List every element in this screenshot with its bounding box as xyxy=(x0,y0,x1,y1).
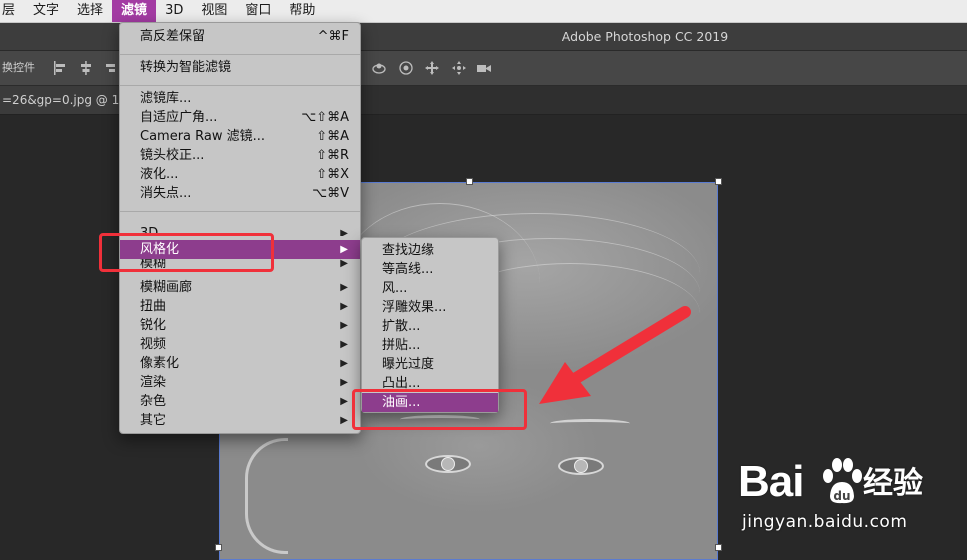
3d-orbit-icon[interactable] xyxy=(371,60,387,76)
menu-item-video[interactable]: 视频 ▶ xyxy=(120,335,360,354)
menu-item-distort[interactable]: 扭曲 ▶ xyxy=(120,297,360,316)
annotation-arrow xyxy=(539,306,691,404)
menu-item-liquify[interactable]: 液化... ⇧⌘X xyxy=(120,165,360,184)
iris-left xyxy=(441,457,455,471)
window-title: Adobe Photoshop CC 2019 xyxy=(561,29,729,44)
menu-item-noise[interactable]: 杂色 ▶ xyxy=(120,392,360,411)
menu-select[interactable]: 选择 xyxy=(68,0,112,22)
filter-menu: 高反差保留 ^⌘F 转换为智能滤镜 滤镜库... 自适应广角... ⌥⇧⌘A Cam… xyxy=(119,22,361,434)
stylize-submenu: 查找边缘 等高线... 风... 浮雕效果... 扩散... 拼贴... 曝光过… xyxy=(361,237,499,413)
menu-layer[interactable]: 层 xyxy=(0,0,24,22)
submenu-item-trace-contour[interactable]: 等高线... xyxy=(362,260,498,279)
transform-handle-bottom-right[interactable] xyxy=(715,544,722,551)
document-tab[interactable]: =26&gp=0.jpg @ 10 xyxy=(0,86,135,114)
watermark-brand: Bai xyxy=(738,457,804,506)
submenu-item-tiles[interactable]: 拼贴... xyxy=(362,336,498,355)
submenu-item-emboss[interactable]: 浮雕效果... xyxy=(362,298,498,317)
3d-pan-icon[interactable] xyxy=(424,60,440,76)
menu-separator xyxy=(120,211,360,212)
submenu-item-solarize[interactable]: 曝光过度 xyxy=(362,355,498,374)
menu-item-camera-raw[interactable]: Camera Raw 滤镜... ⇧⌘A xyxy=(120,127,360,146)
menu-filter[interactable]: 滤镜 xyxy=(112,0,157,22)
menu-window[interactable]: 窗口 xyxy=(236,0,280,22)
menu-item-vanishing-point[interactable]: 消失点... ⌥⌘V xyxy=(120,184,360,203)
align-left-icon[interactable] xyxy=(52,60,68,76)
menu-bar: 层 文字 选择 滤镜 3D 视图 窗口 帮助 xyxy=(0,0,967,23)
annotation-box-stylize xyxy=(99,233,274,272)
transform-handle-bottom-left[interactable] xyxy=(215,544,222,551)
ear-outline xyxy=(245,438,288,554)
watermark-url: jingyan.baidu.com xyxy=(742,512,908,532)
menu-type[interactable]: 文字 xyxy=(24,0,68,22)
align-right-icon[interactable] xyxy=(104,60,116,76)
menu-item-adaptive-wide-angle[interactable]: 自适应广角... ⌥⇧⌘A xyxy=(120,108,360,127)
menu-item-render[interactable]: 渲染 ▶ xyxy=(120,373,360,392)
menu-item-filter-gallery[interactable]: 滤镜库... xyxy=(120,89,360,108)
3d-slide-icon[interactable] xyxy=(451,60,467,76)
menu-separator xyxy=(120,85,360,86)
3d-roll-icon[interactable] xyxy=(398,60,414,76)
menu-item-sharpen[interactable]: 锐化 ▶ xyxy=(120,316,360,335)
menu-3d[interactable]: 3D xyxy=(156,0,192,22)
svg-text:du: du xyxy=(833,489,850,503)
menu-item-other[interactable]: 其它 ▶ xyxy=(120,411,360,430)
menu-separator xyxy=(120,54,360,55)
transform-controls-label[interactable]: 换控件 xyxy=(0,51,35,85)
submenu-item-wind[interactable]: 风... xyxy=(362,279,498,298)
menu-help[interactable]: 帮助 xyxy=(280,0,324,22)
align-center-icon[interactable] xyxy=(78,60,94,76)
3d-camera-icon[interactable] xyxy=(476,60,492,76)
submenu-item-find-edges[interactable]: 查找边缘 xyxy=(362,241,498,260)
submenu-item-diffuse[interactable]: 扩散... xyxy=(362,317,498,336)
transform-handle-top-right[interactable] xyxy=(715,178,722,185)
watermark-suffix: 经验 xyxy=(863,466,923,501)
annotation-box-oil-paint xyxy=(352,389,527,430)
menu-item-convert-smart-filter[interactable]: 转换为智能滤镜 xyxy=(120,58,360,77)
menu-item-lens-correction[interactable]: 镜头校正... ⇧⌘R xyxy=(120,146,360,165)
menu-view[interactable]: 视图 xyxy=(192,0,236,22)
iris-right xyxy=(574,459,588,473)
transform-handle-top[interactable] xyxy=(466,178,473,185)
baidu-watermark: Bai du 经验 jingyan.baidu.com xyxy=(738,452,960,547)
menu-item-blur-gallery[interactable]: 模糊画廊 ▶ xyxy=(120,278,360,297)
menu-item-pixelate[interactable]: 像素化 ▶ xyxy=(120,354,360,373)
eyebrow-right xyxy=(550,419,630,428)
menu-item-high-pass[interactable]: 高反差保留 ^⌘F xyxy=(120,27,360,46)
paw-logo-icon: du xyxy=(823,458,862,504)
